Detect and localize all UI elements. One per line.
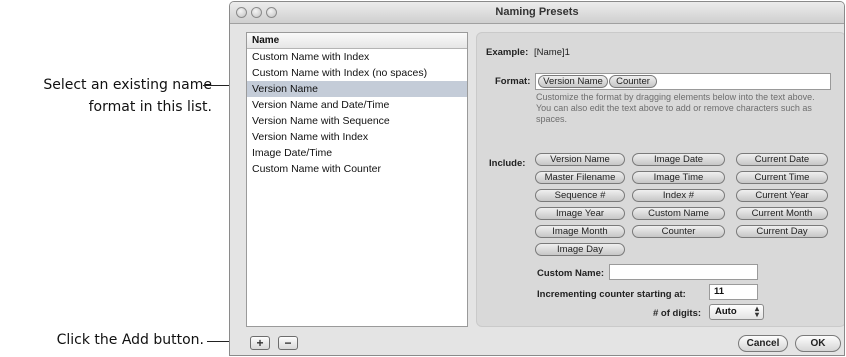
- list-item[interactable]: Custom Name with Index: [247, 49, 467, 65]
- include-token[interactable]: Index #: [632, 189, 725, 202]
- format-help-text: Customize the format by dragging element…: [536, 92, 815, 124]
- format-token-version-name[interactable]: Version Name: [538, 75, 608, 88]
- include-label: Include:: [489, 158, 526, 169]
- naming-presets-window: Naming Presets Name Custom Name with Ind…: [229, 1, 845, 356]
- list-item[interactable]: Version Name: [247, 81, 467, 97]
- include-token[interactable]: Current Year: [736, 189, 828, 202]
- cancel-button[interactable]: Cancel: [738, 335, 788, 352]
- format-field[interactable]: Version Name Counter: [535, 73, 831, 90]
- title-bar[interactable]: Naming Presets: [230, 2, 844, 24]
- include-token[interactable]: Current Month: [736, 207, 828, 220]
- callout-select-line1: Select an existing name: [43, 77, 212, 93]
- counter-start-input[interactable]: 11: [709, 284, 758, 300]
- custom-name-label: Custom Name:: [537, 268, 605, 279]
- callout-select-line2: format in this list.: [88, 99, 212, 115]
- select-arrows-icon: ▴ ▾: [754, 304, 759, 319]
- digits-select[interactable]: Auto ▴ ▾: [709, 304, 764, 320]
- preset-list[interactable]: Name Custom Name with Index Custom Name w…: [246, 32, 468, 327]
- window-title: Naming Presets: [495, 6, 579, 18]
- include-token[interactable]: Counter: [632, 225, 725, 238]
- include-token[interactable]: Custom Name: [632, 207, 725, 220]
- include-token[interactable]: Image Month: [535, 225, 625, 238]
- include-token[interactable]: Image Day: [535, 243, 625, 256]
- custom-name-input[interactable]: [609, 264, 758, 280]
- include-token[interactable]: Sequence #: [535, 189, 625, 202]
- include-token[interactable]: Current Day: [736, 225, 828, 238]
- callout-select-text: Select an existing name format in this l…: [0, 74, 212, 118]
- list-item[interactable]: Custom Name with Index (no spaces): [247, 65, 467, 81]
- list-item[interactable]: Version Name and Date/Time: [247, 97, 467, 113]
- list-item[interactable]: Version Name with Sequence: [247, 113, 467, 129]
- list-item[interactable]: Image Date/Time: [247, 145, 467, 161]
- counter-label: Incrementing counter starting at:: [537, 289, 686, 300]
- format-label: Format:: [495, 76, 531, 87]
- include-token[interactable]: Image Year: [535, 207, 625, 220]
- list-column-header[interactable]: Name: [247, 33, 467, 49]
- list-items: Custom Name with Index Custom Name with I…: [247, 49, 467, 177]
- example-value: [Name]1: [534, 47, 570, 58]
- include-token[interactable]: Image Time: [632, 171, 725, 184]
- include-token[interactable]: Current Date: [736, 153, 828, 166]
- include-token[interactable]: Image Date: [632, 153, 725, 166]
- include-token[interactable]: Master Filename: [535, 171, 625, 184]
- remove-button[interactable]: −: [278, 336, 298, 350]
- ok-button[interactable]: OK: [795, 335, 841, 352]
- include-token[interactable]: Version Name: [535, 153, 625, 166]
- list-item[interactable]: Custom Name with Counter: [247, 161, 467, 177]
- example-label: Example:: [486, 47, 529, 58]
- add-button[interactable]: +: [250, 336, 270, 350]
- include-token[interactable]: Current Time: [736, 171, 828, 184]
- list-item[interactable]: Version Name with Index: [247, 129, 467, 145]
- callout-add-text: Click the Add button.: [56, 332, 204, 348]
- digits-select-value: Auto: [715, 306, 737, 317]
- format-token-counter[interactable]: Counter: [609, 75, 657, 88]
- digits-label: # of digits:: [653, 308, 702, 319]
